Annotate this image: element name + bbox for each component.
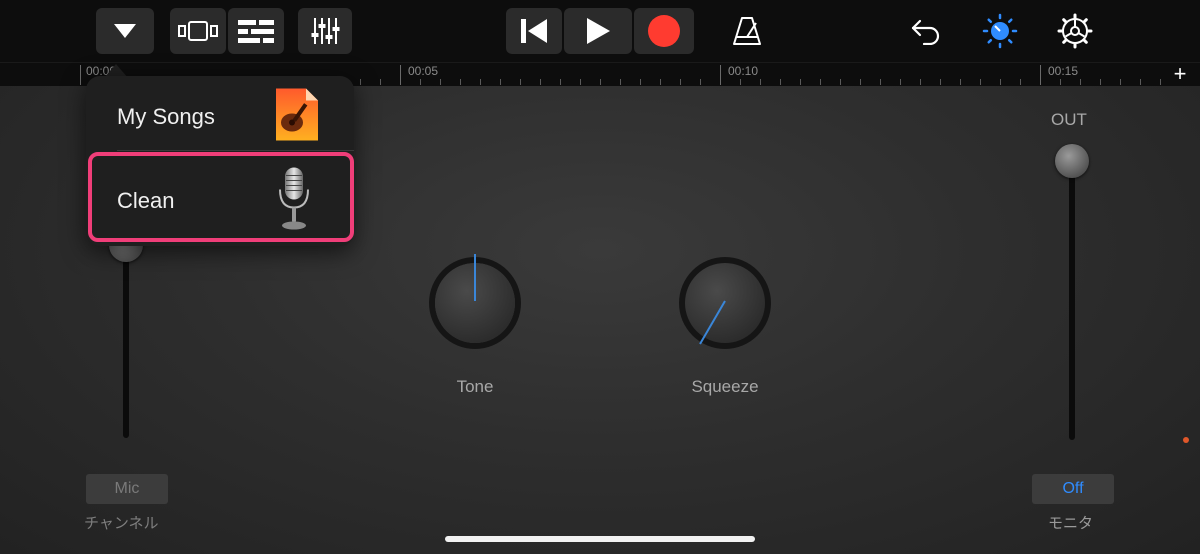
ruler-tick [560,79,561,85]
output-level-slider-track[interactable] [1069,160,1075,440]
rewind-button[interactable] [506,8,562,54]
popover-item-my-songs[interactable]: My Songs [86,82,354,152]
add-section-button[interactable]: + [1170,62,1190,86]
master-effects-icon [982,13,1018,49]
triangle-down-icon [114,24,136,38]
ruler-tick [860,79,861,85]
ruler-tick [740,79,741,85]
record-level-indicator [1183,437,1189,443]
ruler-tick [980,79,981,85]
squeeze-knob[interactable] [670,248,780,358]
undo-icon [911,19,940,45]
ruler-tick [1140,79,1141,85]
play-button[interactable] [564,8,632,54]
metronome-button[interactable] [727,10,767,52]
ruler-tick [440,79,441,85]
ruler-tick [1160,79,1161,85]
selected-patch-highlight [88,152,354,242]
ruler-tick [400,65,401,85]
view-toggle [170,8,284,54]
ruler-tick [700,79,701,85]
ruler-tick [620,79,621,85]
ruler-tick [460,79,461,85]
input-level-slider-track[interactable] [123,240,129,438]
top-toolbar [0,0,1200,62]
ruler-tick [800,79,801,85]
monitor-caption: モニタ [1048,515,1094,532]
ruler-tick [940,79,941,85]
output-level-slider-thumb[interactable] [1055,144,1089,178]
time-marker: 00:15 [1048,64,1079,78]
ruler-tick [420,79,421,85]
ruler-tick [1080,79,1081,85]
settings-button[interactable] [1055,10,1095,52]
master-effects-button[interactable] [980,10,1020,52]
garageband-icon [274,87,320,148]
ruler-tick [580,79,581,85]
record-button[interactable] [634,8,694,54]
ruler-tick [900,79,901,85]
output-label: OUT [1051,110,1087,129]
ruler-tick [1040,65,1041,85]
tracks-view-button[interactable] [170,8,226,54]
tracks-view-icon [178,21,218,41]
tone-knob-group: Tone [420,248,530,397]
ruler-tick [920,79,921,85]
squeeze-label: Squeeze [691,377,759,396]
input-channel-button[interactable]: Mic [86,474,168,504]
input-channel-caption: チャンネル [84,515,159,532]
popover-separator [117,150,354,151]
ruler-tick [780,79,781,85]
track-controls-button[interactable] [298,8,352,54]
undo-button[interactable] [906,10,946,52]
ruler-tick [720,65,721,85]
ruler-tick [880,79,881,85]
ruler-tick [760,79,761,85]
ruler-tick [840,79,841,85]
tone-knob[interactable] [420,248,530,358]
mixer-list-icon [238,20,274,43]
transport-controls [506,8,694,54]
rewind-icon [521,19,547,43]
ruler-tick [1000,79,1001,85]
metronome-icon [733,17,761,45]
record-icon [648,15,680,47]
ruler-tick [1020,79,1021,85]
squeeze-knob-group: Squeeze [670,248,780,397]
home-indicator[interactable] [445,536,755,542]
browser-button[interactable] [96,8,154,54]
ruler-tick [480,79,481,85]
ruler-tick [80,65,81,85]
ruler-tick [540,79,541,85]
ruler-tick [1120,79,1121,85]
time-marker: 00:05 [408,64,439,78]
play-icon [587,18,610,44]
gear-icon [1057,13,1093,49]
ruler-tick [640,79,641,85]
time-marker: 00:10 [728,64,759,78]
tone-label: Tone [456,377,494,396]
eq-sliders-icon [311,18,340,44]
ruler-tick [380,79,381,85]
ruler-tick [660,79,661,85]
ruler-tick [820,79,821,85]
monitor-button[interactable]: Off [1032,474,1114,504]
ruler-tick [500,79,501,85]
my-songs-label: My Songs [117,104,215,129]
ruler-tick [600,79,601,85]
ruler-tick [680,79,681,85]
ruler-tick [360,79,361,85]
ruler-tick [1060,79,1061,85]
track-list-button[interactable] [228,8,284,54]
ruler-tick [960,79,961,85]
ruler-tick [520,79,521,85]
ruler-tick [1100,79,1101,85]
